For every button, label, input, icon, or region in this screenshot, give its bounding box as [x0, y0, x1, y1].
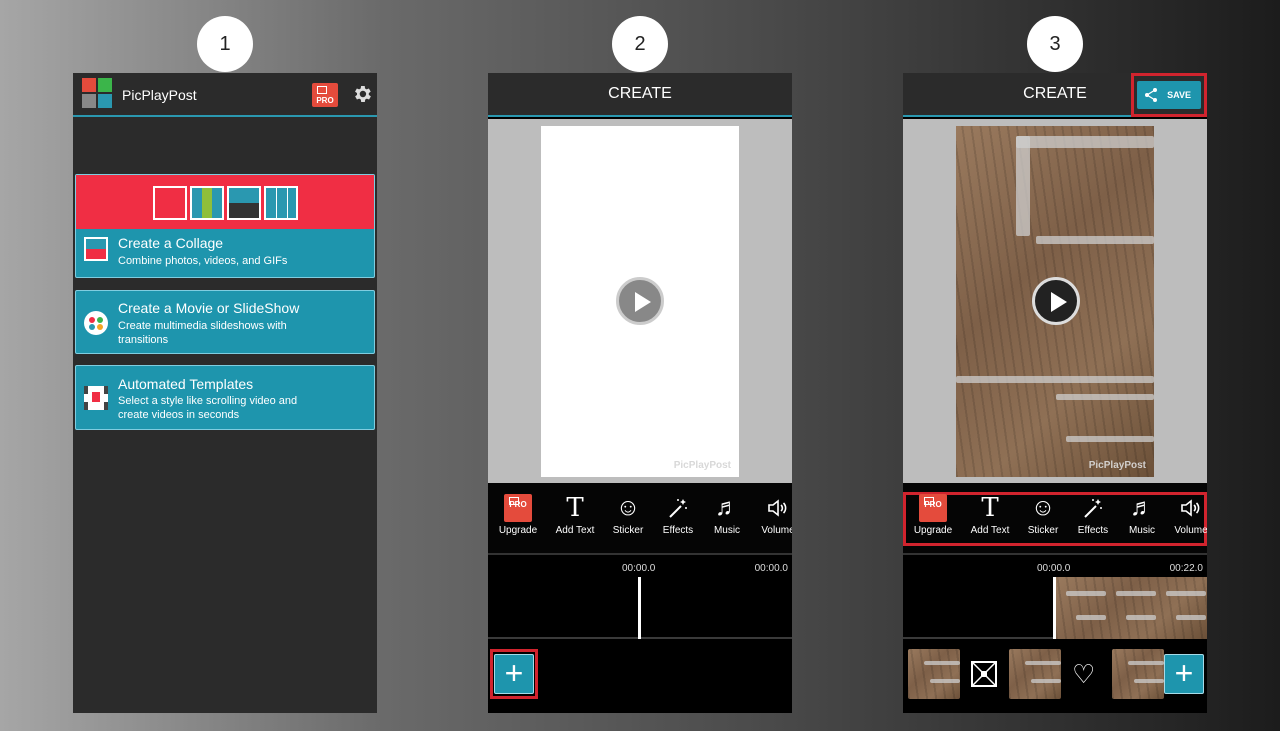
tool-label: Upgrade [498, 525, 538, 536]
watermark: PicPlayPost [1088, 460, 1146, 471]
tool-label: Add Text [970, 525, 1010, 536]
tool-label: Sticker [1027, 525, 1059, 536]
add-media-button[interactable]: + [1164, 654, 1204, 694]
pro-icon: PRO [919, 494, 947, 522]
text-icon: T [566, 493, 584, 523]
tool-label: Upgrade [913, 525, 953, 536]
tool-add-text[interactable]: T Add Text [549, 493, 601, 536]
sticker-icon: ☺ [1030, 494, 1056, 521]
card-description: Select a style like scrolling video and c… [118, 395, 298, 421]
tool-volume[interactable]: Volume [1165, 493, 1207, 536]
save-button[interactable]: SAVE [1137, 81, 1201, 109]
edit-toolbar: PRO Upgrade T Add Text ☺ Sticker Effects… [903, 483, 1207, 555]
heart-icon[interactable]: ♡ [1072, 661, 1095, 687]
time-start: 00:00.0 [1037, 563, 1071, 574]
step-badge-2: 2 [612, 16, 668, 72]
card-title: Automated Templates [118, 376, 254, 392]
clip-thumbnail[interactable] [1009, 649, 1061, 699]
tool-add-text[interactable]: T Add Text [964, 493, 1016, 536]
tool-label: Volume [761, 525, 792, 536]
tool-sticker[interactable]: ☺ Sticker [1017, 493, 1069, 536]
card-description: Combine photos, videos, and GIFs [118, 255, 288, 267]
clip-thumbnail[interactable] [908, 649, 960, 699]
card-title: Create a Collage [118, 235, 224, 251]
pro-upgrade-icon[interactable]: PRO [312, 83, 338, 107]
preview-video[interactable]: PicPlayPost [956, 126, 1154, 477]
collage-banner [76, 175, 374, 229]
timeline[interactable]: 00:00.0 00:22.0 [903, 557, 1207, 639]
app-header: PicPlayPost PRO [73, 73, 377, 117]
edit-toolbar: PRO Upgrade T Add Text ☺ Sticker Effects… [488, 483, 792, 555]
sticker-icon: ☺ [615, 494, 641, 521]
app-logo-icon [82, 78, 112, 108]
timeline[interactable]: 00:00.0 00:00.0 [488, 557, 792, 639]
share-icon [1145, 88, 1157, 102]
tool-label: Music [713, 525, 741, 536]
tool-upgrade[interactable]: PRO Upgrade [492, 493, 544, 536]
speaker-icon [1165, 493, 1207, 523]
watermark: PicPlayPost [673, 460, 731, 471]
time-start: 00:00.0 [622, 563, 656, 574]
tool-label: Music [1128, 525, 1156, 536]
playhead[interactable] [638, 577, 641, 639]
create-movie-card[interactable]: Create a Movie or SlideShow Create multi… [75, 290, 375, 354]
tool-label: Add Text [555, 525, 595, 536]
tool-label: Effects [662, 525, 694, 536]
tool-music[interactable]: ♬ Music [701, 493, 753, 536]
slideshow-icon [84, 311, 108, 335]
header-title: CREATE [608, 85, 672, 102]
save-label: SAVE [1167, 90, 1191, 100]
speaker-icon [752, 493, 792, 523]
tool-label: Sticker [612, 525, 644, 536]
tool-sticker[interactable]: ☺ Sticker [602, 493, 654, 536]
tool-volume[interactable]: Volume [752, 493, 792, 536]
time-end: 00:22.0 [1169, 563, 1203, 574]
transition-icon[interactable] [971, 661, 997, 687]
tool-label: Effects [1077, 525, 1109, 536]
step-badge-1: 1 [197, 16, 253, 72]
card-description: Create multimedia slideshows with transit… [118, 320, 287, 346]
gear-icon[interactable] [351, 83, 373, 105]
text-icon: T [981, 493, 999, 523]
bottom-bar: ♡ + [903, 641, 1207, 713]
pro-icon: PRO [504, 494, 532, 522]
magic-wand-icon [652, 493, 704, 523]
tool-effects[interactable]: Effects [1067, 493, 1119, 536]
preview-area: PicPlayPost [488, 119, 792, 483]
tool-upgrade[interactable]: PRO Upgrade [907, 493, 959, 536]
video-filmstrip[interactable] [1053, 577, 1207, 639]
header-title: CREATE [1023, 85, 1087, 102]
create-screen-empty: CREATE PicPlayPost PRO Upgrade T Add Tex… [488, 73, 792, 713]
preview-area: PicPlayPost [903, 119, 1207, 483]
step-badge-3: 3 [1027, 16, 1083, 72]
tool-label: Volume [1174, 525, 1207, 536]
play-button[interactable] [1032, 277, 1080, 325]
preview-canvas[interactable]: PicPlayPost [541, 126, 739, 477]
create-collage-card[interactable]: Create a Collage Combine photos, videos,… [75, 174, 375, 278]
create-header: CREATE SAVE [903, 73, 1207, 117]
add-media-button[interactable]: + [494, 654, 534, 694]
card-title: Create a Movie or SlideShow [118, 300, 300, 316]
automated-templates-card[interactable]: Automated Templates Select a style like … [75, 365, 375, 430]
time-end: 00:00.0 [754, 563, 788, 574]
clip-thumbnail[interactable] [1112, 649, 1164, 699]
tool-music[interactable]: ♬ Music [1116, 493, 1168, 536]
music-note-icon: ♬ [1130, 494, 1154, 521]
film-strip-icon [84, 386, 108, 410]
tool-effects[interactable]: Effects [652, 493, 704, 536]
app-title: PicPlayPost [122, 87, 197, 103]
music-note-icon: ♬ [715, 494, 739, 521]
bottom-bar: + [488, 641, 792, 713]
magic-wand-icon [1067, 493, 1119, 523]
home-screen: PicPlayPost PRO Create a Collage Combine… [73, 73, 377, 713]
play-button[interactable] [616, 277, 664, 325]
collage-icon [84, 237, 108, 261]
create-header: CREATE [488, 73, 792, 117]
create-screen-with-media: CREATE SAVE PicPlayPost PRO Upgrade T Ad… [903, 73, 1207, 713]
